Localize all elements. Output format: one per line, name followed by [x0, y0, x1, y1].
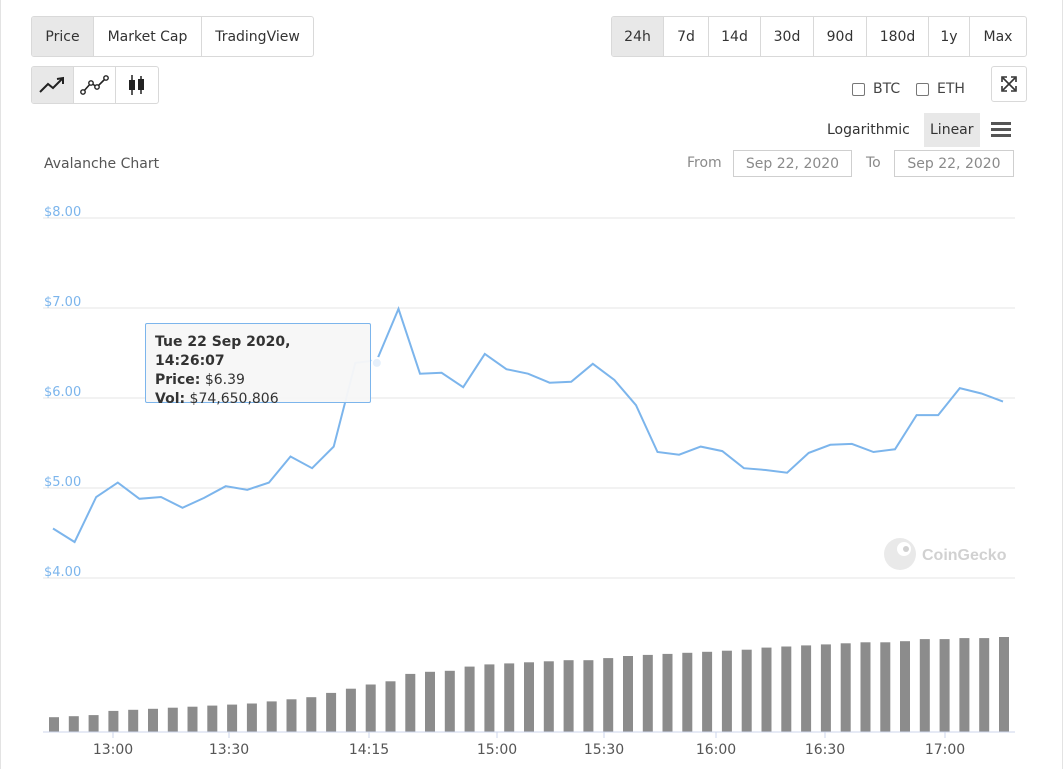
volume-bar	[939, 639, 950, 732]
tooltip-price-label: Price:	[155, 372, 201, 388]
volume-bar	[128, 709, 139, 732]
volume-bar	[820, 644, 831, 732]
volume-bar	[781, 646, 792, 732]
volume-bar	[741, 649, 752, 732]
volume-bar	[919, 639, 930, 732]
tooltip-price-value: $6.39	[204, 372, 245, 388]
x-tick-label: 13:30	[209, 742, 249, 758]
volume-bar	[761, 647, 772, 732]
volume-bar	[266, 701, 277, 732]
volume-bar	[563, 660, 574, 732]
volume-bar	[207, 705, 218, 732]
volume-bar	[108, 710, 119, 732]
x-axis-labels: 13:00 13:30 14:15 15:00 15:30 16:00 16:30 17:00	[93, 732, 965, 758]
volume-bar	[286, 699, 297, 732]
y-tick-label: $5.00	[44, 475, 81, 490]
volume-bar	[345, 688, 356, 732]
volume-bar	[405, 673, 416, 732]
volume-bar	[326, 692, 337, 732]
y-tick-label: $8.00	[44, 205, 81, 220]
volume-bar	[623, 656, 633, 732]
volume-bar	[444, 670, 455, 732]
volume-bar	[900, 641, 910, 732]
tooltip-vol-value: $74,650,806	[189, 391, 279, 407]
volume-bar	[524, 662, 534, 732]
watermark-text: CoinGecko	[922, 547, 1007, 564]
volume-bar	[801, 645, 812, 732]
volume-bar	[227, 704, 238, 732]
volume-bar	[68, 716, 79, 732]
volume-bar	[721, 650, 732, 732]
volume-bar	[365, 684, 376, 732]
volume-bar	[484, 664, 495, 732]
x-tick-label: 15:30	[584, 742, 624, 758]
volume-bar	[187, 706, 198, 732]
hover-point	[370, 356, 383, 369]
volume-bar	[642, 654, 653, 732]
volume-bar	[543, 661, 554, 732]
tooltip-title: Tue 22 Sep 2020, 14:26:07	[155, 334, 291, 369]
volume-bar	[49, 717, 59, 732]
volume-bar	[603, 658, 614, 732]
volume-bar	[840, 643, 851, 732]
volume-bar	[88, 715, 99, 732]
chart-tooltip: Tue 22 Sep 2020, 14:26:07 Price: $6.39 V…	[145, 323, 371, 407]
y-tick-label: $7.00	[44, 295, 81, 310]
x-tick-label: 17:00	[925, 742, 965, 758]
volume-bar	[148, 708, 158, 732]
volume-bar	[385, 681, 396, 732]
volume-bar	[583, 660, 594, 732]
x-tick-label: 14:15	[349, 742, 389, 758]
volume-bar	[662, 653, 673, 732]
volume-bar	[464, 666, 475, 732]
coingecko-watermark: CoinGecko	[884, 538, 1007, 570]
x-tick-label: 16:00	[696, 742, 736, 758]
x-tick-label: 15:00	[477, 742, 517, 758]
volume-bar	[682, 652, 693, 732]
volume-bar	[702, 651, 713, 732]
x-tick-label: 16:30	[805, 742, 845, 758]
y-tick-label: $4.00	[44, 565, 81, 580]
volume-bar	[999, 637, 1009, 732]
volume-bar	[504, 663, 515, 732]
volume-bar	[167, 707, 178, 732]
x-tick-label: 13:00	[93, 742, 133, 758]
y-axis-labels: $4.00 $5.00 $6.00 $7.00 $8.00	[44, 205, 81, 580]
volume-bar	[425, 671, 435, 732]
y-tick-label: $6.00	[44, 385, 81, 400]
volume-bar	[979, 638, 990, 732]
volume-bar	[306, 697, 317, 732]
volume-bars	[49, 637, 1009, 732]
volume-bar	[860, 642, 871, 732]
volume-bar	[246, 703, 257, 732]
tooltip-vol-label: Vol:	[155, 391, 186, 407]
volume-bar	[880, 642, 891, 732]
volume-bar	[959, 638, 970, 732]
